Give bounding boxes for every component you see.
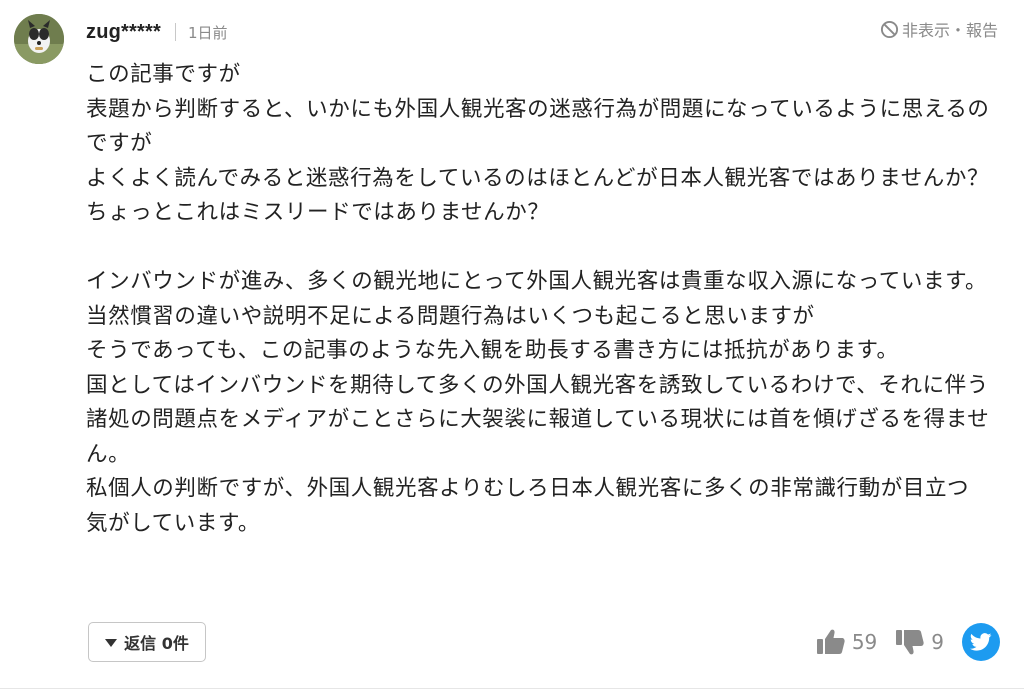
reply-button[interactable]: 返信 0件 xyxy=(88,622,206,662)
like-count: 59 xyxy=(851,630,878,654)
comment-card: zug***** 1日前 非表示・報告 この記事ですが 表題から判断すると、いか… xyxy=(0,0,1024,689)
comment-actions: 59 9 xyxy=(816,622,1000,662)
reply-label: 返信 0件 xyxy=(124,634,189,653)
comment-header: zug***** 1日前 xyxy=(86,18,228,46)
header-divider xyxy=(174,23,176,41)
twitter-share-button[interactable] xyxy=(962,623,1000,661)
hide-report-link[interactable]: 非表示・報告 xyxy=(880,18,998,40)
username[interactable]: zug***** xyxy=(86,21,161,44)
avatar[interactable] xyxy=(14,14,64,64)
dislike-button[interactable]: 9 xyxy=(895,628,944,656)
timestamp: 1日前 xyxy=(187,23,228,42)
thumbs-up-icon xyxy=(816,629,845,654)
comment-body: この記事ですが 表題から判断すると、いかにも外国人観光客の迷惑行為が問題になって… xyxy=(86,62,990,536)
no-entry-icon xyxy=(880,20,899,38)
hide-report-label: 非表示・報告 xyxy=(901,21,998,40)
caret-down-icon xyxy=(105,639,118,647)
twitter-bird-icon xyxy=(970,633,992,651)
avatar-image xyxy=(14,14,64,64)
like-button[interactable]: 59 xyxy=(816,628,877,656)
thumbs-down-icon xyxy=(896,630,924,655)
dislike-count: 9 xyxy=(931,630,944,654)
